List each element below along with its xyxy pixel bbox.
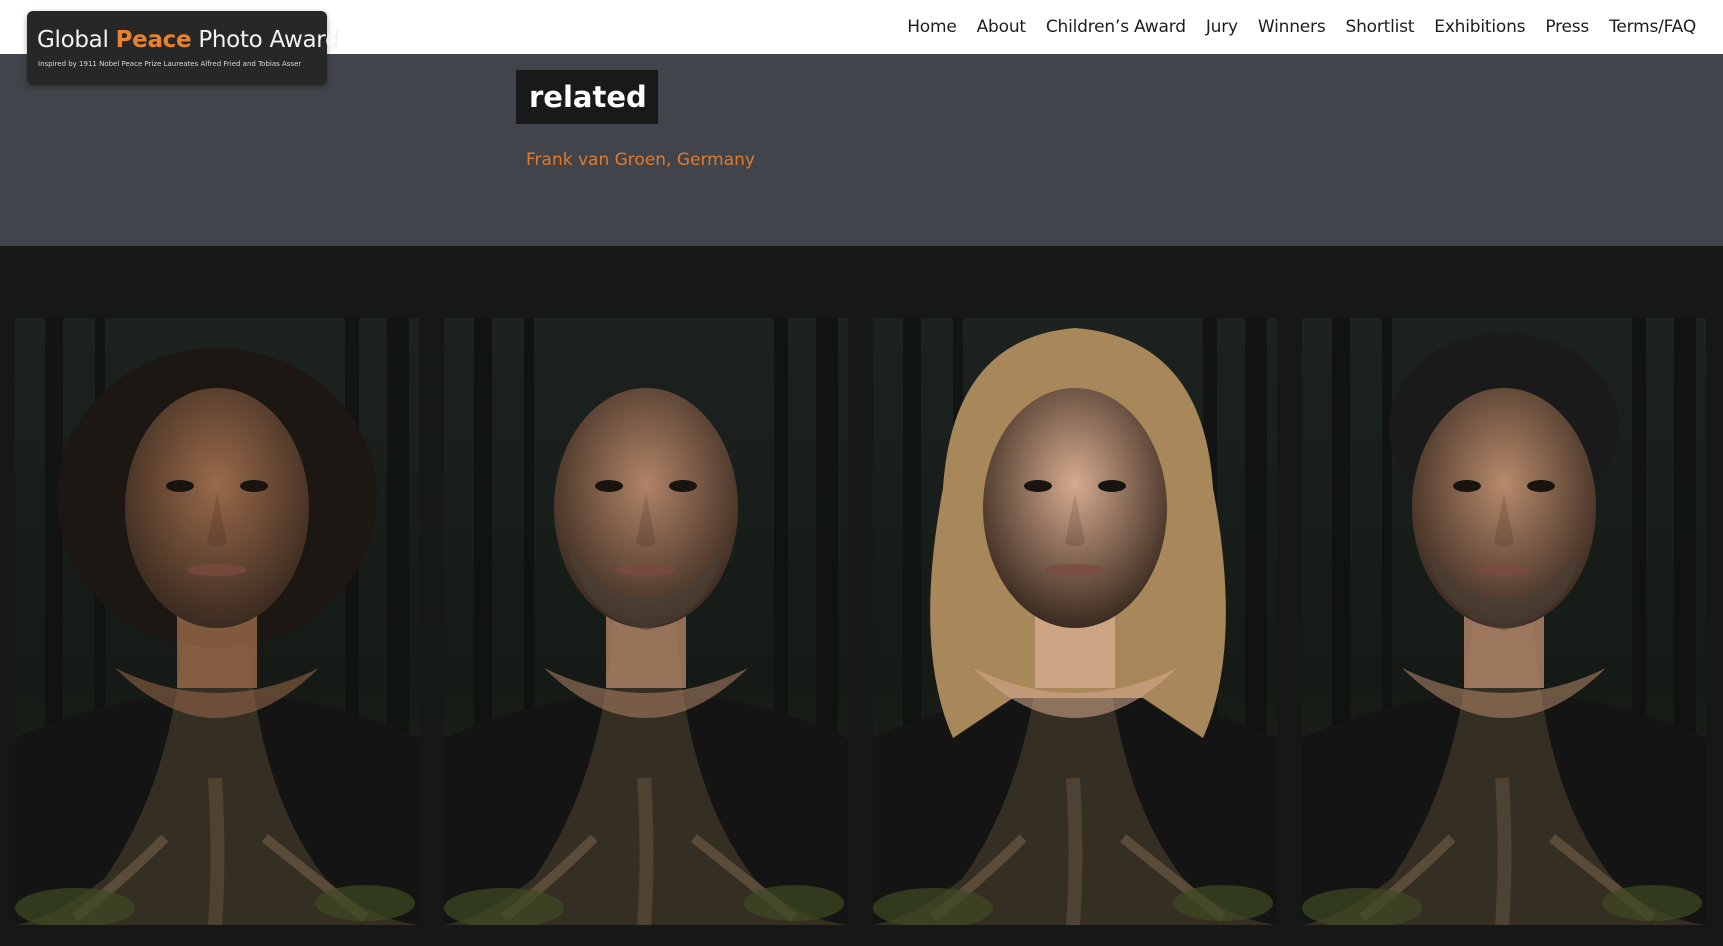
logo-title-part1: Global bbox=[37, 27, 109, 53]
portrait-photo[interactable] bbox=[444, 318, 848, 925]
nav-exhibitions-link[interactable]: Exhibitions bbox=[1434, 17, 1525, 37]
logo-title-accent: Peace bbox=[115, 27, 192, 53]
nav-press-link[interactable]: Press bbox=[1545, 17, 1589, 37]
nav-about-link[interactable]: About bbox=[977, 17, 1026, 37]
project-title: related bbox=[516, 70, 658, 124]
portrait-image bbox=[873, 318, 1277, 925]
main-nav: Home About Children’s Award Jury Winners… bbox=[907, 0, 1696, 54]
photo-gallery bbox=[15, 318, 1708, 925]
photographer-link[interactable]: Frank van Groen, Germany bbox=[526, 150, 755, 170]
nav-home-link[interactable]: Home bbox=[907, 17, 957, 37]
nav-childrens-award-link[interactable]: Children’s Award bbox=[1046, 17, 1186, 37]
logo-subtitle: Inspired by 1911 Nobel Peace Prize Laure… bbox=[38, 60, 302, 68]
portrait-image bbox=[15, 318, 419, 925]
logo-title-part2: Photo Award bbox=[198, 27, 340, 53]
portrait-image bbox=[444, 318, 848, 925]
portrait-photo[interactable] bbox=[15, 318, 419, 925]
nav-shortlist-link[interactable]: Shortlist bbox=[1345, 17, 1414, 37]
portrait-image bbox=[1302, 318, 1706, 925]
logo-title: Global Peace Photo Award bbox=[37, 27, 340, 53]
nav-jury-link[interactable]: Jury bbox=[1206, 17, 1238, 37]
nav-terms-faq-link[interactable]: Terms/FAQ bbox=[1609, 17, 1696, 37]
site-logo[interactable]: Global Peace Photo Award Inspired by 191… bbox=[27, 11, 340, 85]
portrait-photo[interactable] bbox=[1302, 318, 1706, 925]
portrait-photo[interactable] bbox=[873, 318, 1277, 925]
nav-winners-link[interactable]: Winners bbox=[1258, 17, 1326, 37]
